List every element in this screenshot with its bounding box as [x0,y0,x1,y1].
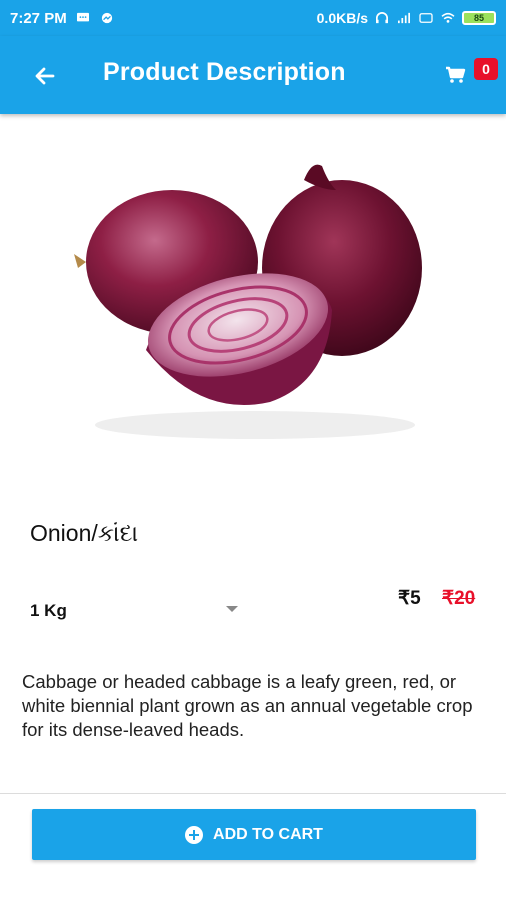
onion-image [74,164,422,439]
chevron-down-icon [226,606,238,612]
wifi-icon [441,12,455,23]
battery-icon: 85 [462,11,496,25]
battery-level: 85 [473,12,484,23]
arrow-left-icon [35,67,55,85]
sale-price: ₹5 [398,588,421,609]
back-button[interactable] [30,61,60,91]
cart-button[interactable] [444,62,470,88]
chat-icon [76,12,89,22]
cart-count-badge: 0 [474,58,498,80]
page-title: Product Description [103,58,346,86]
add-to-cart-label: ADD TO CART [213,825,323,843]
app-bar: Product Description 0 [0,36,506,114]
divider [0,793,506,794]
add-to-cart-button[interactable]: ADD TO CART [32,809,476,860]
volte-icon [419,13,433,23]
selected-quantity: 1 Kg [30,601,67,620]
add-circle-icon [185,825,204,844]
cart-icon [446,66,466,83]
messenger-icon [101,12,112,24]
status-time: 7:27 PM [10,9,67,27]
headset-icon [376,12,388,24]
signal-icon [398,12,410,24]
network-speed: 0.0KB/s [316,10,368,26]
original-price: ₹20 [442,588,476,609]
status-bar: 7:27 PM 0.0KB/s 85 [0,0,506,36]
product-description: Cabbage or headed cabbage is a leafy gre… [22,671,473,740]
quantity-dropdown[interactable]: 1 Kg [30,596,245,626]
product-name: Onion/કાંદા [30,520,139,546]
